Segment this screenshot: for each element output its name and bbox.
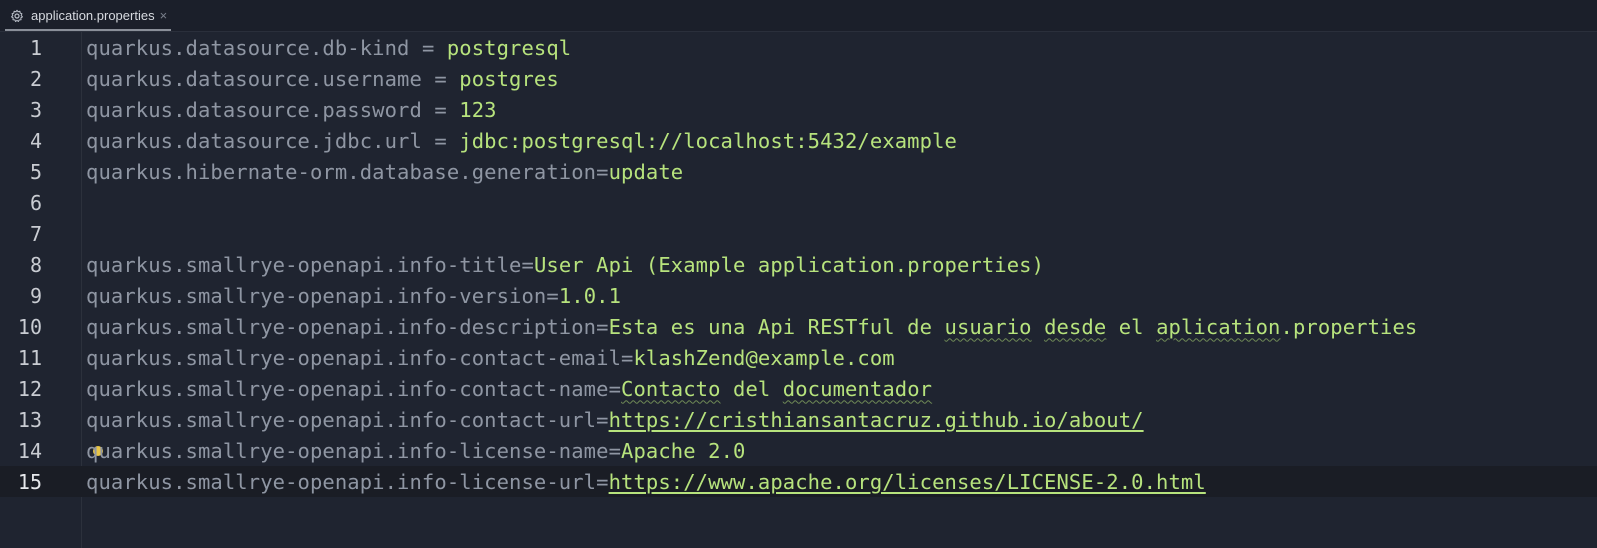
code-line[interactable]: 4 quarkus.datasource.jdbc.url = jdbc:pos… — [0, 125, 1597, 156]
line-number: 5 — [29, 159, 42, 184]
url-link[interactable]: https://cristhiansantacruz.github.io/abo… — [609, 408, 1144, 432]
separator: = — [596, 407, 609, 432]
line-number: 8 — [29, 252, 42, 277]
line-number: 12 — [17, 376, 42, 401]
property-key: quarkus.smallrye-openapi.info-contact-na… — [86, 376, 609, 401]
property-value: update — [608, 159, 684, 184]
line-content: quarkus.smallrye-openapi.info-contact-ur… — [86, 408, 1144, 432]
line-number: 4 — [29, 128, 42, 153]
line-content: quarkus.hibernate-orm.database.generatio… — [86, 160, 683, 184]
separator: = — [546, 283, 559, 308]
code-line[interactable]: 3 quarkus.datasource.password = 123 — [0, 94, 1597, 125]
property-key: quarkus.smallrye-openapi.info-contact-ur… — [86, 407, 597, 432]
line-number: 7 — [29, 221, 42, 246]
code-line[interactable]: 12 quarkus.smallrye-openapi.info-contact… — [0, 373, 1597, 404]
tab-close-icon[interactable]: × — [160, 8, 168, 23]
property-value-part — [1032, 315, 1044, 339]
property-key: quarkus.datasource.jdbc.url — [86, 128, 422, 153]
property-key: quarkus.datasource.password — [86, 97, 422, 122]
property-key: quarkus.hibernate-orm.database.generatio… — [86, 159, 597, 184]
code-line[interactable]: 11 quarkus.smallrye-openapi.info-contact… — [0, 342, 1597, 373]
property-key: quarkus.smallrye-openapi.info-license-ur… — [86, 469, 597, 494]
line-number: 6 — [29, 190, 42, 215]
line-content: quarkus.datasource.db-kind = postgresql — [86, 36, 571, 60]
line-number: 11 — [17, 345, 42, 370]
line-number: 9 — [29, 283, 42, 308]
separator: = — [421, 66, 460, 91]
code-line[interactable]: 14 quarkus.smallrye-openapi.info-license… — [0, 435, 1597, 466]
active-tab-indicator — [5, 29, 171, 31]
code-editor[interactable]: 1 quarkus.datasource.db-kind = postgresq… — [0, 32, 1597, 548]
code-line[interactable]: 8 quarkus.smallrye-openapi.info-title=Us… — [0, 249, 1597, 280]
spelling-warning-word[interactable]: usuario — [945, 315, 1032, 339]
tab-application-properties[interactable]: application.properties × — [5, 0, 175, 31]
separator: = — [421, 128, 460, 153]
url-link[interactable]: https://www.apache.org/licenses/LICENSE-… — [609, 470, 1206, 494]
property-value-part: el — [1106, 314, 1157, 339]
line-number: 10 — [17, 314, 42, 339]
property-value: klashZend@example.com — [633, 345, 895, 370]
separator: = — [608, 376, 622, 401]
property-value: postgresql — [446, 35, 572, 60]
line-content: quarkus.smallrye-openapi.info-license-ur… — [86, 470, 1206, 494]
code-line[interactable]: 10 quarkus.smallrye-openapi.info-descrip… — [0, 311, 1597, 342]
property-key: quarkus.datasource.db-kind — [86, 35, 410, 60]
separator: = — [596, 314, 609, 339]
property-value: 1.0.1 — [558, 283, 622, 308]
property-value: User Api (Example application.properties… — [533, 252, 1045, 277]
line-number: 15 — [17, 469, 42, 494]
separator: = — [596, 159, 609, 184]
separator: = — [521, 252, 534, 277]
line-content: quarkus.datasource.jdbc.url = jdbc:postg… — [86, 129, 957, 153]
separator: = — [621, 345, 634, 370]
property-key: quarkus.smallrye-openapi.info-descriptio… — [86, 314, 597, 339]
code-line[interactable]: 2 quarkus.datasource.username = postgres — [0, 63, 1597, 94]
property-key: quarkus.smallrye-openapi.info-version — [86, 283, 547, 308]
editor-tab-bar: application.properties × — [0, 0, 1597, 32]
property-value: 123 — [459, 97, 497, 122]
property-value: postgres — [459, 66, 559, 91]
line-content: quarkus.smallrye-openapi.info-contact-na… — [86, 377, 932, 401]
property-value: jdbc:postgresql://localhost:5432/example — [459, 128, 957, 153]
line-number: 1 — [29, 35, 42, 60]
property-key: quarkus.smallrye-openapi.info-title — [86, 252, 522, 277]
line-content: quarkus.datasource.password = 123 — [86, 98, 497, 122]
separator: = — [596, 469, 609, 494]
property-value-part: .properties — [1280, 314, 1418, 339]
code-line[interactable]: 9 quarkus.smallrye-openapi.info-version=… — [0, 280, 1597, 311]
code-line[interactable]: 1 quarkus.datasource.db-kind = postgresq… — [0, 32, 1597, 63]
line-number: 2 — [29, 66, 42, 91]
separator: = — [608, 438, 622, 463]
spelling-warning-word[interactable]: aplication — [1156, 315, 1280, 339]
spelling-warning-word[interactable]: documentador — [783, 377, 932, 401]
line-number: 13 — [17, 407, 42, 432]
spelling-warning-word[interactable]: desde — [1044, 315, 1106, 339]
property-key: quarkus.smallrye-openapi.info-license-na… — [86, 438, 609, 463]
property-key: quarkus.smallrye-openapi.info-contact-em… — [86, 345, 622, 370]
line-content: quarkus.smallrye-openapi.info-title=User… — [86, 253, 1044, 277]
code-line[interactable]: 6 — [0, 187, 1597, 218]
line-content: quarkus.datasource.username = postgres — [86, 67, 559, 91]
separator: = — [409, 35, 447, 60]
code-line-current[interactable]: 15 quarkus.smallrye-openapi.info-license… — [0, 466, 1597, 497]
property-value: Apache 2.0 — [621, 438, 746, 463]
code-line[interactable]: 7 — [0, 218, 1597, 249]
tab-title: application.properties — [31, 8, 155, 23]
line-content: quarkus.smallrye-openapi.info-contact-em… — [86, 346, 895, 370]
code-line[interactable]: 5 quarkus.hibernate-orm.database.generat… — [0, 156, 1597, 187]
code-line[interactable]: 13 quarkus.smallrye-openapi.info-contact… — [0, 404, 1597, 435]
property-value-part: Esta es una Api RESTful de — [608, 314, 945, 339]
separator: = — [421, 97, 460, 122]
spelling-warning-word[interactable]: Contacto — [621, 377, 721, 401]
property-key: quarkus.datasource.username — [86, 66, 422, 91]
line-number: 3 — [29, 97, 42, 122]
line-content: quarkus.smallrye-openapi.info-version=1.… — [86, 284, 621, 308]
line-content: quarkus.smallrye-openapi.info-license-na… — [86, 439, 745, 463]
property-value-part: del — [720, 376, 783, 401]
line-content: quarkus.smallrye-openapi.info-descriptio… — [86, 315, 1417, 339]
line-number: 14 — [17, 438, 42, 463]
gear-icon — [9, 8, 25, 24]
